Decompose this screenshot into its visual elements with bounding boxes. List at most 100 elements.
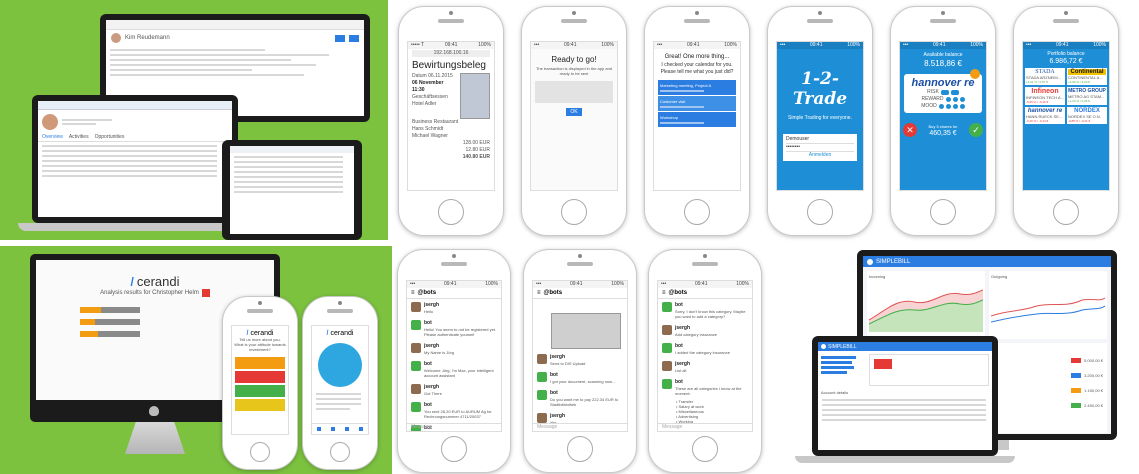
home-button[interactable] xyxy=(692,436,718,462)
chat-message: bot These are all categories I know at th… xyxy=(658,376,752,399)
message-author: bot xyxy=(424,320,432,326)
tab-overview[interactable]: Overview xyxy=(42,134,63,141)
stock-tile[interactable]: STADA STADA ARZNEIM... +1,01 % / 0,57 € xyxy=(1025,68,1065,85)
avatar xyxy=(662,379,672,389)
row-label: MOOD xyxy=(921,103,937,109)
trade-screen: ••• 09:41 100% 1-2-Trade Simple Trading fo… xyxy=(776,41,864,191)
great-option[interactable]: Marketing meeting, Project A xyxy=(658,80,736,95)
phone-slack-2: ••• 09:41 100% ≡ @bots jsergh Send to DIS Up… xyxy=(523,249,637,473)
home-button[interactable] xyxy=(684,199,710,225)
message-author: bot xyxy=(550,372,558,378)
avatar xyxy=(537,413,547,423)
great-option[interactable]: Workshop xyxy=(658,112,736,127)
great-option[interactable]: Customer visit xyxy=(658,96,736,111)
ok-button[interactable]: OK xyxy=(566,108,582,116)
nav-icon[interactable] xyxy=(331,427,335,431)
message-input[interactable]: Message xyxy=(658,423,752,431)
avatar xyxy=(42,114,58,130)
hannover-card: hannover re RISK REWARD MOOD xyxy=(904,69,982,113)
message-text: My Name is Jörg xyxy=(424,350,455,355)
answer-option[interactable] xyxy=(235,357,285,369)
portfolio-screen: ••• 09:41 100% Portfolio balance 6.986,72 … xyxy=(1022,41,1110,191)
amount-value: 3.200,00 € xyxy=(1084,373,1103,378)
message-author: bot xyxy=(550,390,558,396)
stock-tile[interactable]: hannover re HANN.RUECK SE... -0,16 % / -0,… xyxy=(1025,107,1065,124)
chart-title: Incoming xyxy=(869,274,886,279)
home-button[interactable] xyxy=(250,442,270,462)
menu-icon[interactable]: ≡ xyxy=(411,290,415,296)
home-button[interactable] xyxy=(930,199,956,225)
stock-delta: -0,66 % / -0,16 € xyxy=(1026,100,1049,104)
receipt-line: Hans Schmidt xyxy=(412,126,444,132)
answer-option[interactable] xyxy=(235,371,285,383)
edit-button[interactable] xyxy=(335,34,345,42)
illustration xyxy=(318,343,362,387)
avatar xyxy=(537,354,547,364)
tab-activities[interactable]: Activities xyxy=(69,134,89,141)
nav-icon[interactable] xyxy=(345,427,349,431)
password-field[interactable]: •••••••• xyxy=(786,144,854,152)
message-input[interactable]: Message xyxy=(407,423,501,431)
share-button[interactable] xyxy=(349,34,359,42)
stock-tile[interactable]: Continental CONTINENTAL A... +2,09 % / 3,2… xyxy=(1067,68,1107,85)
stock-tile[interactable]: NORDEX NORDEX SE O.N. -0,85 % / -0,21 € xyxy=(1067,107,1107,124)
amount-row: 3.200,00 € xyxy=(1043,372,1103,379)
phone-hannover: ••• 09:41 100% Available balance 8.518,86 … xyxy=(890,6,996,236)
brand-name: SIMPLEBILL xyxy=(876,258,911,265)
avatar xyxy=(411,402,421,412)
great-title: Great! One more thing... xyxy=(664,54,730,60)
amount-list: 5.000,00 € 3.200,00 € 1.150,00 € 2.450,00 € xyxy=(1043,349,1103,417)
stock-tile[interactable]: METRO GROUP METRO AG STAM... +1,23 % / 0,3… xyxy=(1067,87,1107,105)
home-button[interactable] xyxy=(441,436,467,462)
balance-value: 8.518,86 € xyxy=(924,59,962,68)
stock-tile[interactable]: Infineon INFINEON TECH A... -0,66 % / -0,1… xyxy=(1025,87,1065,105)
chart-incoming: Incoming xyxy=(867,271,985,339)
uploaded-image xyxy=(551,313,621,349)
question-line: What is your attitude towards investment… xyxy=(234,342,286,352)
home-button[interactable] xyxy=(807,199,833,225)
home-button[interactable] xyxy=(1053,199,1079,225)
avatar xyxy=(111,33,121,43)
message-input[interactable]: Message xyxy=(533,423,627,431)
receipt-line: 11:30 xyxy=(412,87,425,93)
tab-opportunities[interactable]: Opportunities xyxy=(95,134,125,141)
nav-icon[interactable] xyxy=(317,427,321,431)
analysis-bar xyxy=(80,331,140,337)
stock-delta: +2,09 % / 3,20 € xyxy=(1068,80,1090,84)
message-list: jsergh Send to DIS Upload bot I got your do… xyxy=(533,351,627,431)
avatar xyxy=(537,372,547,382)
url-bar[interactable]: 192.168.100.16 xyxy=(412,50,490,57)
message-author: bot xyxy=(675,379,683,385)
buy-price: 460,35 € xyxy=(929,130,957,137)
status-badge xyxy=(1071,388,1082,393)
stock-grid: STADA STADA ARZNEIM... +1,01 % / 0,57 € Co… xyxy=(1023,65,1109,127)
receipt-line: Datum 06.11.2015 xyxy=(412,73,453,79)
home-button[interactable] xyxy=(330,442,350,462)
reject-button[interactable]: ✕ xyxy=(903,123,917,137)
menu-icon[interactable]: ≡ xyxy=(537,290,541,296)
answer-option[interactable] xyxy=(235,385,285,397)
home-button[interactable] xyxy=(567,436,593,462)
sidebar-list xyxy=(821,354,865,376)
amount-row: 2.450,00 € xyxy=(1043,402,1103,409)
analysis-bar xyxy=(80,307,140,313)
chat-message: bot You sent 28.20 EUR to AURUM Ag for Re… xyxy=(407,399,501,422)
message-list: jsergh Hello bot Hello! You seem to not be … xyxy=(407,299,501,431)
chat-message: jsergh Got There xyxy=(407,381,501,399)
home-button[interactable] xyxy=(561,199,587,225)
home-button[interactable] xyxy=(438,199,464,225)
avatar xyxy=(662,343,672,353)
answer-option[interactable] xyxy=(235,399,285,411)
cerandi-logo: cerandi xyxy=(250,330,274,337)
stock-delta: -0,85 % / -0,21 € xyxy=(1068,119,1091,123)
username-field[interactable]: Demouser xyxy=(786,136,854,144)
option-list xyxy=(232,352,288,416)
menu-icon[interactable]: ≡ xyxy=(662,290,666,296)
receipt-title: Bewirtungsbeleg xyxy=(412,60,486,71)
analysis-bar-fill xyxy=(80,319,95,325)
nav-icon[interactable] xyxy=(359,427,363,431)
accept-button[interactable]: ✓ xyxy=(969,123,983,137)
login-button[interactable]: Anmelden xyxy=(786,152,854,159)
brand-logo xyxy=(821,344,826,349)
message-text: I added the category insurance xyxy=(675,350,730,355)
